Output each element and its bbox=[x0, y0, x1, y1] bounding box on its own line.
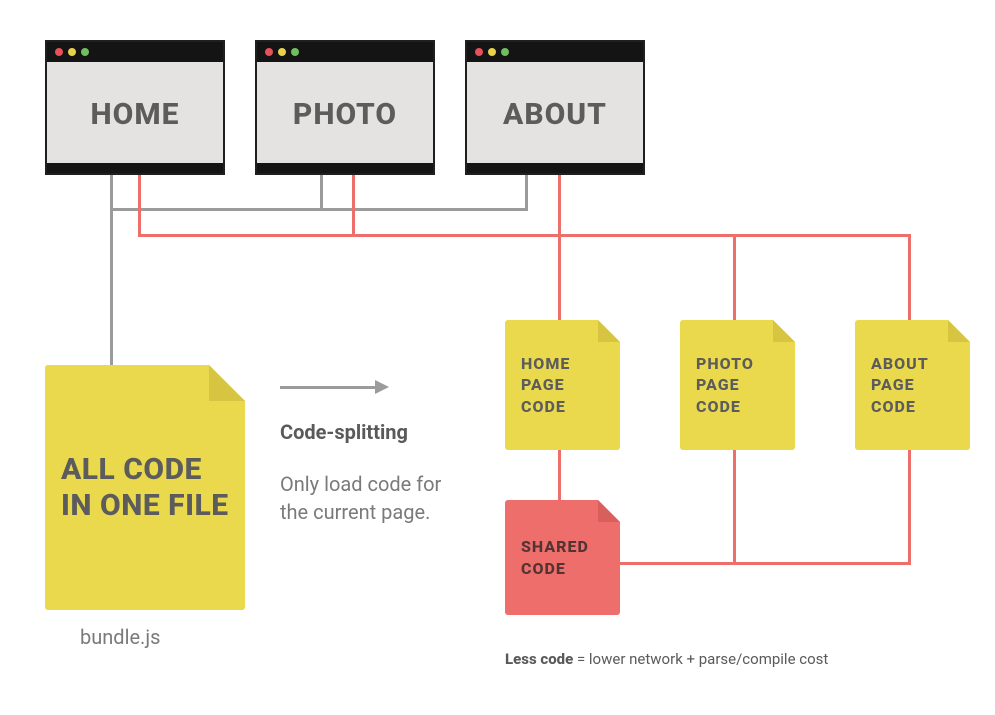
close-icon bbox=[265, 48, 273, 56]
connector-line bbox=[558, 450, 561, 500]
chunk-label: PHOTO PAGE CODE bbox=[696, 353, 779, 418]
connector-line bbox=[908, 450, 911, 565]
connector-line bbox=[908, 234, 911, 324]
bundle-label: ALL CODE IN ONE FILE bbox=[61, 452, 229, 524]
chunk-label: ABOUT PAGE CODE bbox=[871, 353, 954, 418]
window-titlebar bbox=[47, 42, 223, 62]
chunk-label: HOME PAGE CODE bbox=[521, 353, 604, 418]
arrow-icon bbox=[280, 380, 389, 394]
page-fold-icon bbox=[598, 500, 620, 522]
connector-line bbox=[620, 562, 911, 565]
footnote-bold: Less code bbox=[505, 650, 573, 668]
browser-home: HOME bbox=[45, 40, 225, 175]
window-titlebar bbox=[467, 42, 643, 62]
page-fold-icon bbox=[209, 365, 245, 401]
close-icon bbox=[55, 48, 63, 56]
chunk-shared: SHARED CODE bbox=[505, 500, 620, 615]
chunk-home: HOME PAGE CODE bbox=[505, 320, 620, 450]
maximize-icon bbox=[81, 48, 89, 56]
chunk-about: ABOUT PAGE CODE bbox=[855, 320, 970, 450]
close-icon bbox=[475, 48, 483, 56]
window-footerbar bbox=[257, 163, 433, 173]
window-titlebar bbox=[257, 42, 433, 62]
connector-line bbox=[733, 450, 736, 565]
footnote: Less code = lower network + parse/compil… bbox=[505, 650, 828, 668]
window-footerbar bbox=[47, 163, 223, 173]
bundle-file: ALL CODE IN ONE FILE bbox=[45, 365, 245, 610]
minimize-icon bbox=[488, 48, 496, 56]
connector-line bbox=[110, 175, 113, 370]
connector-line bbox=[558, 234, 561, 324]
connector-line bbox=[558, 175, 561, 237]
maximize-icon bbox=[501, 48, 509, 56]
chunk-label: SHARED CODE bbox=[521, 536, 604, 579]
chunk-photo: PHOTO PAGE CODE bbox=[680, 320, 795, 450]
browser-label: PHOTO bbox=[257, 97, 433, 132]
connector-line bbox=[525, 175, 528, 210]
page-fold-icon bbox=[598, 320, 620, 342]
browser-about: ABOUT bbox=[465, 40, 645, 175]
connector-line bbox=[110, 208, 528, 211]
connector-line bbox=[352, 175, 355, 237]
browser-label: HOME bbox=[47, 97, 223, 132]
page-fold-icon bbox=[948, 320, 970, 342]
connector-line bbox=[138, 175, 141, 237]
caption-desc: Only load code for the current page. bbox=[280, 470, 460, 526]
minimize-icon bbox=[68, 48, 76, 56]
page-fold-icon bbox=[773, 320, 795, 342]
connector-line bbox=[138, 234, 910, 237]
browser-photo: PHOTO bbox=[255, 40, 435, 175]
caption-title: Code-splitting bbox=[280, 420, 408, 444]
connector-line bbox=[320, 175, 323, 210]
connector-line bbox=[733, 234, 736, 324]
footnote-rest: = lower network + parse/compile cost bbox=[573, 650, 828, 668]
window-footerbar bbox=[467, 163, 643, 173]
minimize-icon bbox=[278, 48, 286, 56]
browser-label: ABOUT bbox=[467, 97, 643, 132]
bundle-filename: bundle.js bbox=[80, 625, 160, 649]
maximize-icon bbox=[291, 48, 299, 56]
